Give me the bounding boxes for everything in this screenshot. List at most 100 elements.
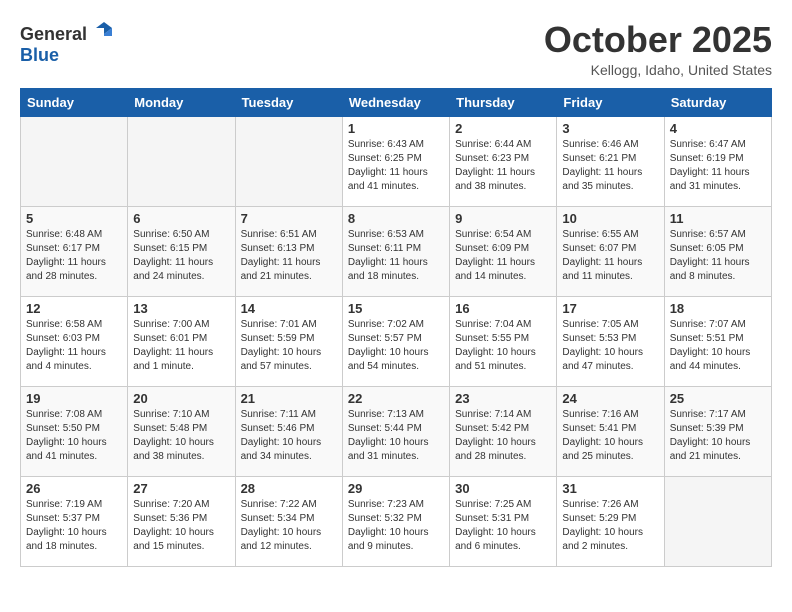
day-number: 13 — [133, 301, 229, 316]
day-info: Sunrise: 7:04 AM Sunset: 5:55 PM Dayligh… — [455, 318, 551, 374]
day-number: 30 — [455, 481, 551, 496]
day-number: 22 — [348, 391, 444, 406]
weekday-header-monday: Monday — [128, 88, 235, 116]
calendar-cell: 29Sunrise: 7:23 AM Sunset: 5:32 PM Dayli… — [342, 476, 449, 566]
day-number: 24 — [562, 391, 658, 406]
week-row-5: 26 Sunrise: 7:19 AM Sunset: 5:37 PM Dayli… — [21, 476, 772, 566]
day-number: 25 — [670, 391, 766, 406]
calendar-table: SundayMondayTuesdayWednesdayThursdayFrid… — [20, 88, 772, 567]
month-title: October 2025 — [544, 20, 772, 60]
day-info: Sunrise: 7:22 AM Sunset: 5:34 PM Dayligh… — [241, 498, 337, 554]
day-number: 27 — [133, 481, 229, 496]
logo-blue: Blue — [20, 45, 59, 65]
weekday-header-tuesday: Tuesday — [235, 88, 342, 116]
day-info: Sunrise: 6:51 AM Sunset: 6:13 PM Dayligh… — [241, 228, 337, 284]
weekday-header-friday: Friday — [557, 88, 664, 116]
calendar-cell: 10Sunrise: 6:55 AM Sunset: 6:07 PM Dayli… — [557, 206, 664, 296]
week-row-1: 1 Sunrise: 6:43 AM Sunset: 6:25 PM Daylig… — [21, 116, 772, 206]
calendar-cell: 3 Sunrise: 6:46 AM Sunset: 6:21 PM Daylig… — [557, 116, 664, 206]
calendar-cell: 14 Sunrise: 7:01 AM Sunset: 5:59 PM Dayli… — [235, 296, 342, 386]
day-info: Sunrise: 6:57 AM Sunset: 6:05 PM Dayligh… — [670, 228, 766, 284]
calendar-cell: 30 Sunrise: 7:25 AM Sunset: 5:31 PM Dayli… — [450, 476, 557, 566]
location: Kellogg, Idaho, United States — [544, 62, 772, 78]
day-number: 12 — [26, 301, 122, 316]
title-block: October 2025 Kellogg, Idaho, United Stat… — [544, 20, 772, 78]
day-info: Sunrise: 7:17 AM Sunset: 5:39 PM Dayligh… — [670, 408, 766, 464]
calendar-cell: 7 Sunrise: 6:51 AM Sunset: 6:13 PM Daylig… — [235, 206, 342, 296]
day-number: 16 — [455, 301, 551, 316]
day-number: 26 — [26, 481, 122, 496]
week-row-4: 19 Sunrise: 7:08 AM Sunset: 5:50 PM Dayli… — [21, 386, 772, 476]
day-info: Sunrise: 7:26 AM Sunset: 5:29 PM Dayligh… — [562, 498, 658, 554]
calendar-cell: 22 Sunrise: 7:13 AM Sunset: 5:44 PM Dayli… — [342, 386, 449, 476]
day-info: Sunrise: 6:46 AM Sunset: 6:21 PM Dayligh… — [562, 138, 658, 194]
day-number: 6 — [133, 211, 229, 226]
day-info: Sunrise: 7:02 AM Sunset: 5:57 PM Dayligh… — [348, 318, 444, 374]
logo-general: General — [20, 24, 87, 44]
day-number: 10 — [562, 211, 658, 226]
calendar-cell — [21, 116, 128, 206]
day-info: Sunrise: 7:08 AM Sunset: 5:50 PM Dayligh… — [26, 408, 122, 464]
day-number: 18 — [670, 301, 766, 316]
day-info: Sunrise: 6:53 AM Sunset: 6:11 PM Dayligh… — [348, 228, 444, 284]
calendar-cell: 2 Sunrise: 6:44 AM Sunset: 6:23 PM Daylig… — [450, 116, 557, 206]
day-number: 7 — [241, 211, 337, 226]
day-number: 9 — [455, 211, 551, 226]
day-number: 21 — [241, 391, 337, 406]
calendar-cell: 24Sunrise: 7:16 AM Sunset: 5:41 PM Dayli… — [557, 386, 664, 476]
calendar-cell: 31 Sunrise: 7:26 AM Sunset: 5:29 PM Dayli… — [557, 476, 664, 566]
calendar-cell: 17Sunrise: 7:05 AM Sunset: 5:53 PM Dayli… — [557, 296, 664, 386]
day-number: 5 — [26, 211, 122, 226]
day-info: Sunrise: 7:25 AM Sunset: 5:31 PM Dayligh… — [455, 498, 551, 554]
calendar-cell: 19 Sunrise: 7:08 AM Sunset: 5:50 PM Dayli… — [21, 386, 128, 476]
calendar-cell: 4 Sunrise: 6:47 AM Sunset: 6:19 PM Daylig… — [664, 116, 771, 206]
day-info: Sunrise: 7:07 AM Sunset: 5:51 PM Dayligh… — [670, 318, 766, 374]
day-info: Sunrise: 6:54 AM Sunset: 6:09 PM Dayligh… — [455, 228, 551, 284]
day-number: 2 — [455, 121, 551, 136]
day-number: 19 — [26, 391, 122, 406]
day-info: Sunrise: 7:19 AM Sunset: 5:37 PM Dayligh… — [26, 498, 122, 554]
day-number: 1 — [348, 121, 444, 136]
calendar-cell: 21Sunrise: 7:11 AM Sunset: 5:46 PM Dayli… — [235, 386, 342, 476]
calendar-cell — [664, 476, 771, 566]
calendar-cell: 9 Sunrise: 6:54 AM Sunset: 6:09 PM Daylig… — [450, 206, 557, 296]
calendar-cell: 26 Sunrise: 7:19 AM Sunset: 5:37 PM Dayli… — [21, 476, 128, 566]
week-row-2: 5 Sunrise: 6:48 AM Sunset: 6:17 PM Daylig… — [21, 206, 772, 296]
calendar-cell — [128, 116, 235, 206]
day-info: Sunrise: 7:20 AM Sunset: 5:36 PM Dayligh… — [133, 498, 229, 554]
calendar-cell: 8 Sunrise: 6:53 AM Sunset: 6:11 PM Daylig… — [342, 206, 449, 296]
day-number: 17 — [562, 301, 658, 316]
calendar-cell: 20Sunrise: 7:10 AM Sunset: 5:48 PM Dayli… — [128, 386, 235, 476]
day-number: 4 — [670, 121, 766, 136]
day-info: Sunrise: 6:43 AM Sunset: 6:25 PM Dayligh… — [348, 138, 444, 194]
day-number: 28 — [241, 481, 337, 496]
day-number: 31 — [562, 481, 658, 496]
day-number: 8 — [348, 211, 444, 226]
day-info: Sunrise: 7:00 AM Sunset: 6:01 PM Dayligh… — [133, 318, 229, 374]
day-info: Sunrise: 7:14 AM Sunset: 5:42 PM Dayligh… — [455, 408, 551, 464]
day-info: Sunrise: 6:58 AM Sunset: 6:03 PM Dayligh… — [26, 318, 122, 374]
day-info: Sunrise: 7:23 AM Sunset: 5:32 PM Dayligh… — [348, 498, 444, 554]
day-info: Sunrise: 6:47 AM Sunset: 6:19 PM Dayligh… — [670, 138, 766, 194]
day-info: Sunrise: 7:10 AM Sunset: 5:48 PM Dayligh… — [133, 408, 229, 464]
calendar-cell: 15Sunrise: 7:02 AM Sunset: 5:57 PM Dayli… — [342, 296, 449, 386]
calendar-cell: 27 Sunrise: 7:20 AM Sunset: 5:36 PM Dayli… — [128, 476, 235, 566]
weekday-header-thursday: Thursday — [450, 88, 557, 116]
calendar-cell: 16 Sunrise: 7:04 AM Sunset: 5:55 PM Dayli… — [450, 296, 557, 386]
day-info: Sunrise: 7:13 AM Sunset: 5:44 PM Dayligh… — [348, 408, 444, 464]
day-number: 23 — [455, 391, 551, 406]
logo: General Blue — [20, 20, 114, 66]
calendar-cell: 13 Sunrise: 7:00 AM Sunset: 6:01 PM Dayli… — [128, 296, 235, 386]
logo-flag-icon — [94, 20, 114, 40]
day-number: 14 — [241, 301, 337, 316]
calendar-cell: 11 Sunrise: 6:57 AM Sunset: 6:05 PM Dayli… — [664, 206, 771, 296]
day-info: Sunrise: 6:48 AM Sunset: 6:17 PM Dayligh… — [26, 228, 122, 284]
calendar-cell: 23 Sunrise: 7:14 AM Sunset: 5:42 PM Dayli… — [450, 386, 557, 476]
day-info: Sunrise: 7:01 AM Sunset: 5:59 PM Dayligh… — [241, 318, 337, 374]
day-info: Sunrise: 6:44 AM Sunset: 6:23 PM Dayligh… — [455, 138, 551, 194]
calendar-cell: 6 Sunrise: 6:50 AM Sunset: 6:15 PM Daylig… — [128, 206, 235, 296]
day-info: Sunrise: 6:50 AM Sunset: 6:15 PM Dayligh… — [133, 228, 229, 284]
day-number: 11 — [670, 211, 766, 226]
day-number: 3 — [562, 121, 658, 136]
calendar-cell: 18 Sunrise: 7:07 AM Sunset: 5:51 PM Dayli… — [664, 296, 771, 386]
